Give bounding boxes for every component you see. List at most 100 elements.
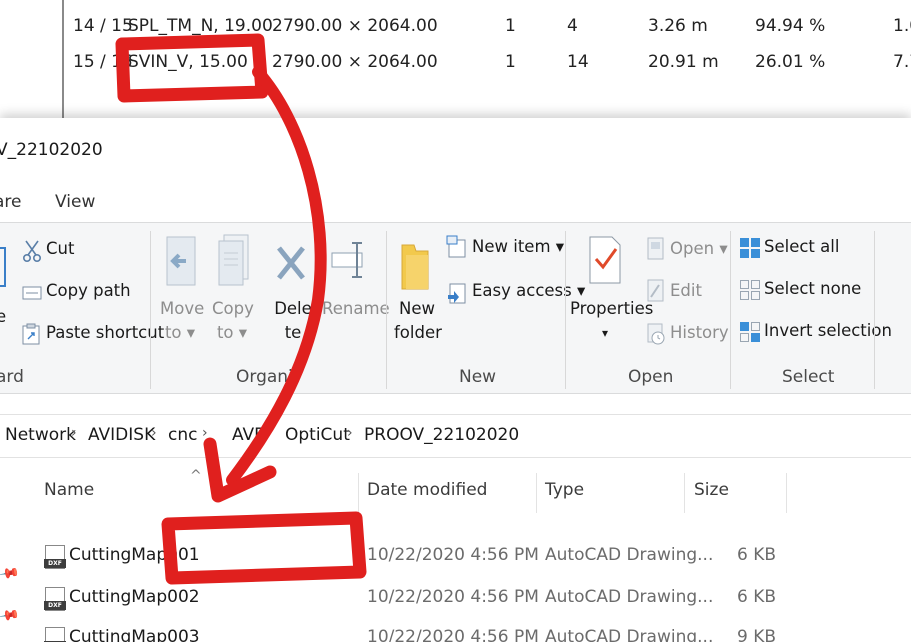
file-date: 10/22/2020 4:56 PM — [367, 587, 539, 607]
chevron-right-icon[interactable]: › — [151, 425, 157, 441]
menu-share[interactable]: are — [0, 192, 22, 212]
file-type: AutoCAD Drawing... — [545, 627, 714, 642]
group-divider — [150, 231, 151, 389]
file-row[interactable]: CuttingMap001 10/22/2020 4:56 PM AutoCAD… — [0, 536, 911, 576]
paste-label-fragment[interactable]: e — [0, 307, 6, 326]
chevron-right-icon[interactable]: › — [266, 425, 272, 441]
copy-path-icon — [22, 286, 42, 300]
open-label: Open ▾ — [670, 239, 728, 258]
table-row[interactable]: 14 / 15 SPL_TM_N, 19.00 2790.00 × 2064.0… — [0, 12, 911, 42]
history-label: History — [670, 323, 729, 342]
window-title: V_22102020 — [0, 140, 103, 160]
row-size: 2790.00 × 2064.00 — [272, 52, 438, 72]
row-extra: 1.0 — [893, 16, 911, 36]
row-quantity: 1 — [505, 16, 516, 36]
select-all-label: Select all — [764, 237, 840, 256]
select-group-label: Select — [782, 367, 835, 387]
table-row[interactable]: 15 / 15 SVIN_V, 15.00 2790.00 × 2064.00 … — [0, 48, 911, 78]
address-bar[interactable]: Network › AVIDISK › cnc › AVE › OptiCut … — [0, 414, 911, 458]
new-folder-label: New folder — [394, 299, 442, 342]
new-item-icon — [446, 235, 466, 258]
row-name: SVIN_V, 15.00 — [128, 52, 248, 72]
row-percent: 94.94 % — [755, 16, 826, 36]
column-divider[interactable] — [786, 473, 787, 513]
cut-label: Cut — [46, 239, 75, 258]
folder-icon — [401, 244, 429, 290]
table-row[interactable] — [0, 0, 911, 12]
move-to-icon — [166, 236, 196, 286]
properties-label: Properties — [570, 299, 654, 318]
invert-selection-label: Invert selection — [764, 321, 892, 340]
paste-icon — [0, 247, 6, 287]
breadcrumb-opticut[interactable]: OptiCut — [285, 425, 350, 445]
select-none-label: Select none — [764, 279, 862, 298]
clipboard-group-label: ard — [0, 367, 24, 387]
delete-label: Dele te — [274, 299, 312, 342]
new-item-label: New item ▾ — [472, 237, 565, 256]
ribbon: e Cut Copy path Paste shortcut ard Move … — [0, 222, 911, 394]
history-icon — [647, 323, 665, 345]
column-header-name[interactable]: Name — [44, 480, 94, 500]
file-size: 6 KB — [736, 587, 776, 607]
copy-to-label: Copy to ▾ — [212, 299, 254, 342]
chevron-right-icon[interactable]: › — [71, 425, 77, 441]
chevron-right-icon[interactable]: › — [347, 425, 353, 441]
new-group-label: New — [459, 367, 497, 387]
select-none-icon — [740, 280, 760, 300]
column-divider[interactable] — [536, 473, 537, 513]
column-header-type[interactable]: Type — [545, 480, 584, 500]
group-divider — [565, 231, 566, 389]
file-explorer-window: V_22102020 are View e Cut — [0, 118, 911, 642]
dxf-file-icon — [44, 627, 66, 642]
row-quantity: 1 — [505, 52, 516, 72]
invert-selection-icon — [740, 322, 760, 342]
file-name: CuttingMap003 — [69, 627, 200, 642]
row-count: 14 — [567, 52, 589, 72]
chevron-right-icon[interactable]: › — [202, 425, 208, 441]
rename-icon — [331, 242, 363, 278]
file-type: AutoCAD Drawing... — [545, 587, 714, 607]
organize-group-label: Organi — [236, 367, 293, 387]
edit-icon — [647, 279, 664, 302]
file-date: 10/22/2020 4:56 PM — [367, 627, 539, 642]
easy-access-icon — [448, 283, 466, 304]
dxf-file-icon — [44, 587, 66, 611]
properties-icon — [589, 236, 621, 284]
file-size: 6 KB — [736, 545, 776, 565]
row-index: 14 / 15 — [73, 16, 133, 36]
file-row[interactable]: CuttingMap002 10/22/2020 4:56 PM AutoCAD… — [0, 578, 911, 618]
group-divider — [730, 231, 731, 389]
breadcrumb-proov[interactable]: PROOV_22102020 — [364, 425, 519, 445]
file-row[interactable]: CuttingMap003 10/22/2020 4:56 PM AutoCAD… — [0, 618, 911, 642]
breadcrumb-cnc[interactable]: cnc — [168, 425, 197, 445]
breadcrumb-ave[interactable]: AVE — [232, 425, 265, 445]
row-index: 15 / 15 — [73, 52, 133, 72]
row-count: 4 — [567, 16, 578, 36]
row-name: SPL_TM_N, 19.00 — [128, 16, 273, 36]
easy-access-label: Easy access ▾ — [472, 281, 586, 300]
file-date: 10/22/2020 4:56 PM — [367, 545, 539, 565]
row-length: 20.91 m — [648, 52, 719, 72]
column-divider[interactable] — [684, 473, 685, 513]
copy-path-label: Copy path — [46, 281, 131, 300]
column-header-size[interactable]: Size — [694, 480, 729, 500]
edit-label: Edit — [670, 281, 702, 300]
breadcrumb-avidisk[interactable]: AVIDISK — [88, 425, 155, 445]
select-all-icon — [740, 238, 760, 258]
menu-view[interactable]: View — [55, 192, 95, 212]
group-divider — [874, 231, 875, 389]
paste-shortcut-label: Paste shortcut — [46, 323, 165, 342]
file-name: CuttingMap002 — [69, 587, 200, 607]
scissors-icon — [22, 240, 42, 263]
paste-shortcut-icon — [22, 323, 40, 345]
column-divider[interactable] — [358, 473, 359, 513]
file-type: AutoCAD Drawing... — [545, 545, 714, 565]
column-header-date[interactable]: Date modified — [367, 480, 487, 500]
open-group-label: Open — [628, 367, 674, 387]
copy-to-icon — [218, 234, 249, 286]
row-size: 2790.00 × 2064.00 — [272, 16, 438, 36]
open-icon — [647, 237, 664, 260]
group-divider — [386, 231, 387, 389]
row-percent: 26.01 % — [755, 52, 826, 72]
breadcrumb-network[interactable]: Network — [5, 425, 76, 445]
